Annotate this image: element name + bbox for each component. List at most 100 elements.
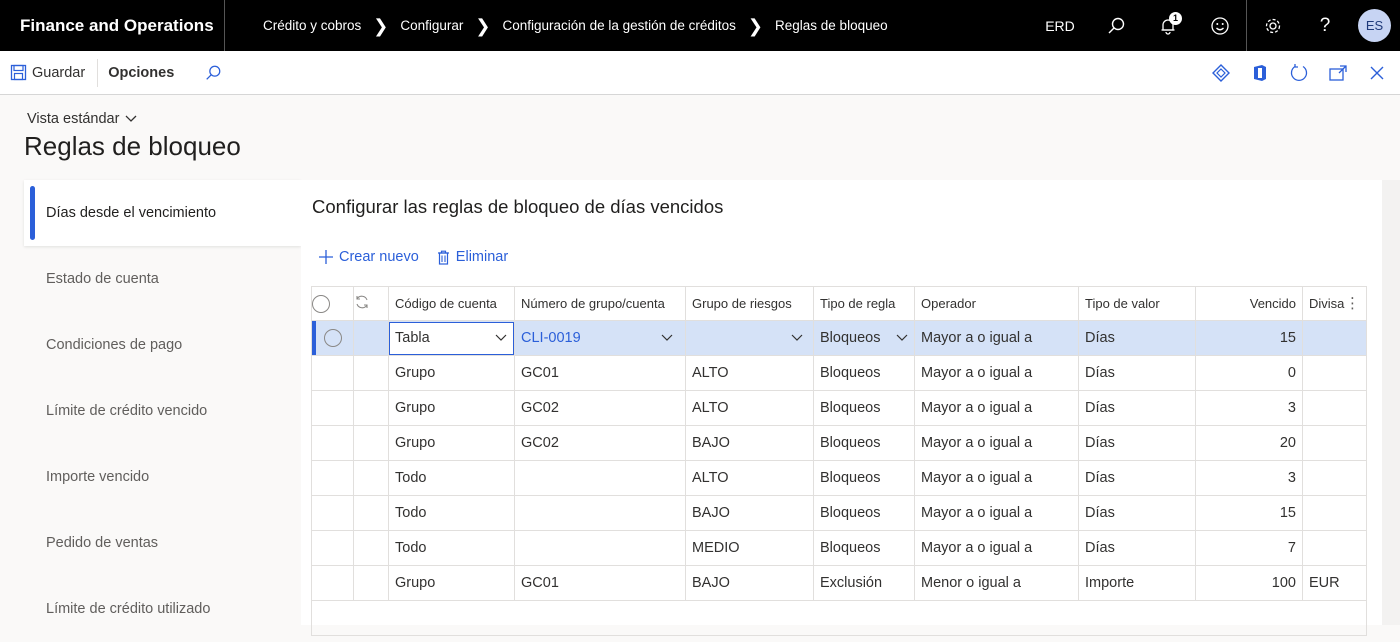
app-title[interactable]: Finance and Operations bbox=[0, 0, 225, 51]
column-header-tipo-regla[interactable]: Tipo de regla bbox=[813, 286, 915, 321]
table-row[interactable]: Todo MEDIO Bloqueos Mayor a o igual a Dí… bbox=[311, 530, 1367, 566]
cell-numero-grupo-cuenta[interactable]: CLI-0019 bbox=[514, 320, 686, 356]
cell-grupo-riesgos[interactable]: ALTO bbox=[685, 460, 814, 496]
cell-divisa[interactable] bbox=[1302, 355, 1367, 391]
cell-numero-grupo-cuenta[interactable]: GC02 bbox=[514, 425, 686, 461]
table-row[interactable]: Grupo GC02 BAJO Bloqueos Mayor a o igual… bbox=[311, 425, 1367, 461]
cell-tipo-valor[interactable]: Importe bbox=[1078, 565, 1196, 601]
cell-tipo-regla[interactable]: Bloqueos bbox=[813, 530, 915, 566]
cell-tipo-regla[interactable]: Bloqueos bbox=[813, 355, 915, 391]
grupo-riesgos-dropdown[interactable] bbox=[692, 334, 807, 342]
column-header-vencido[interactable]: Vencido bbox=[1195, 286, 1303, 321]
cell-codigo-cuenta[interactable]: Grupo bbox=[388, 390, 515, 426]
office-button[interactable] bbox=[1240, 51, 1279, 95]
cell-vencido[interactable]: 20 bbox=[1195, 425, 1303, 461]
cell-tipo-regla[interactable]: Bloqueos bbox=[813, 495, 915, 531]
cell-grupo-riesgos[interactable]: BAJO bbox=[685, 565, 814, 601]
chevron-down-icon[interactable] bbox=[791, 334, 803, 342]
cell-grupo-riesgos[interactable]: MEDIO bbox=[685, 530, 814, 566]
row-select[interactable] bbox=[311, 320, 354, 356]
cell-numero-grupo-cuenta[interactable] bbox=[514, 530, 686, 566]
tab-limite-credito-utilizado[interactable]: Límite de crédito utilizado bbox=[24, 576, 301, 642]
breadcrumb-item-configurar[interactable]: Configurar bbox=[400, 18, 463, 33]
row-select[interactable] bbox=[311, 565, 354, 601]
cell-divisa[interactable]: EUR bbox=[1302, 565, 1367, 601]
row-select[interactable] bbox=[311, 355, 354, 391]
cell-numero-grupo-cuenta[interactable] bbox=[514, 460, 686, 496]
column-header-operador[interactable]: Operador bbox=[914, 286, 1079, 321]
notifications-button[interactable]: 1 bbox=[1142, 0, 1194, 51]
cell-grupo-riesgos[interactable]: BAJO bbox=[685, 495, 814, 531]
cell-divisa[interactable] bbox=[1302, 425, 1367, 461]
cell-operador[interactable]: Mayor a o igual a bbox=[914, 425, 1079, 461]
cell-tipo-regla[interactable]: Bloqueos bbox=[813, 425, 915, 461]
cell-tipo-valor[interactable]: Días bbox=[1078, 355, 1196, 391]
select-all-radio[interactable] bbox=[312, 294, 330, 313]
column-header-grupo-riesgos[interactable]: Grupo de riesgos bbox=[685, 286, 814, 321]
row-select-radio[interactable] bbox=[323, 329, 342, 347]
table-row[interactable]: Grupo GC02 ALTO Bloqueos Mayor a o igual… bbox=[311, 390, 1367, 426]
codigo-cuenta-dropdown[interactable]: Tabla bbox=[389, 321, 514, 355]
more-options-icon[interactable]: ⋮ bbox=[1345, 296, 1360, 311]
chevron-down-icon[interactable] bbox=[495, 334, 507, 342]
cell-vencido[interactable]: 15 bbox=[1195, 495, 1303, 531]
cell-tipo-regla[interactable]: Bloqueos bbox=[813, 460, 915, 496]
cell-grupo-riesgos[interactable]: BAJO bbox=[685, 425, 814, 461]
create-new-button[interactable]: Crear nuevo bbox=[319, 249, 419, 265]
cell-codigo-cuenta[interactable]: Grupo bbox=[388, 355, 515, 391]
cell-numero-grupo-cuenta[interactable]: GC01 bbox=[514, 355, 686, 391]
cell-vencido[interactable]: 100 bbox=[1195, 565, 1303, 601]
tab-importe-vencido[interactable]: Importe vencido bbox=[24, 444, 301, 510]
cell-tipo-regla[interactable]: Bloqueos bbox=[813, 390, 915, 426]
cell-divisa[interactable] bbox=[1302, 530, 1367, 566]
tab-dias-desde-vencimiento[interactable]: Días desde el vencimiento bbox=[24, 180, 301, 246]
delete-button[interactable]: Eliminar bbox=[437, 249, 508, 265]
column-header-numero-grupo-cuenta[interactable]: Número de grupo/cuenta bbox=[514, 286, 686, 321]
feedback-button[interactable] bbox=[1194, 0, 1246, 51]
cell-vencido[interactable]: 3 bbox=[1195, 460, 1303, 496]
cell-operador[interactable]: Mayor a o igual a bbox=[914, 355, 1079, 391]
cell-tipo-regla[interactable]: Exclusión bbox=[813, 565, 915, 601]
select-all-header[interactable] bbox=[311, 286, 354, 321]
cell-tipo-valor[interactable]: Días bbox=[1078, 495, 1196, 531]
cell-tipo-valor[interactable]: Días bbox=[1078, 460, 1196, 496]
cell-codigo-cuenta[interactable]: Todo bbox=[388, 530, 515, 566]
row-select[interactable] bbox=[311, 425, 354, 461]
power-apps-button[interactable] bbox=[1201, 51, 1240, 95]
table-row[interactable]: Grupo GC01 ALTO Bloqueos Mayor a o igual… bbox=[311, 355, 1367, 391]
cell-tipo-valor[interactable]: Días bbox=[1078, 390, 1196, 426]
tab-estado-de-cuenta[interactable]: Estado de cuenta bbox=[24, 246, 301, 312]
row-select[interactable] bbox=[311, 390, 354, 426]
cell-operador[interactable]: Menor o igual a bbox=[914, 565, 1079, 601]
cell-operador[interactable]: Mayor a o igual a bbox=[914, 530, 1079, 566]
table-row[interactable]: Grupo GC01 BAJO Exclusión Menor o igual … bbox=[311, 565, 1367, 601]
cell-tipo-valor[interactable]: Días bbox=[1078, 425, 1196, 461]
cell-grupo-riesgos[interactable]: ALTO bbox=[685, 390, 814, 426]
cell-codigo-cuenta[interactable]: Todo bbox=[388, 460, 515, 496]
table-row[interactable]: Todo ALTO Bloqueos Mayor a o igual a Día… bbox=[311, 460, 1367, 496]
cell-operador[interactable]: Mayor a o igual a bbox=[914, 320, 1079, 356]
cell-operador[interactable]: Mayor a o igual a bbox=[914, 495, 1079, 531]
settings-button[interactable] bbox=[1247, 0, 1299, 51]
cell-numero-grupo-cuenta[interactable]: GC02 bbox=[514, 390, 686, 426]
row-select[interactable] bbox=[311, 495, 354, 531]
search-button[interactable] bbox=[1090, 0, 1142, 51]
chevron-down-icon[interactable] bbox=[661, 334, 673, 342]
open-new-window-button[interactable] bbox=[1318, 51, 1357, 95]
cell-operador[interactable]: Mayor a o igual a bbox=[914, 460, 1079, 496]
column-header-divisa[interactable]: Divisa ⋮ bbox=[1302, 286, 1367, 321]
company-selector[interactable]: ERD bbox=[1036, 18, 1084, 34]
table-row[interactable]: Todo BAJO Bloqueos Mayor a o igual a Día… bbox=[311, 495, 1367, 531]
cell-divisa[interactable] bbox=[1302, 390, 1367, 426]
cell-divisa[interactable] bbox=[1302, 320, 1367, 356]
column-header-codigo-cuenta[interactable]: Código de cuenta bbox=[388, 286, 515, 321]
refresh-button[interactable] bbox=[1279, 51, 1318, 95]
breadcrumb-item-credito-cobros[interactable]: Crédito y cobros bbox=[263, 18, 361, 33]
help-button[interactable]: ? bbox=[1299, 0, 1351, 51]
chevron-down-icon[interactable] bbox=[896, 334, 908, 342]
cell-vencido[interactable]: 3 bbox=[1195, 390, 1303, 426]
tab-pedido-de-ventas[interactable]: Pedido de ventas bbox=[24, 510, 301, 576]
tab-condiciones-de-pago[interactable]: Condiciones de pago bbox=[24, 312, 301, 378]
refresh-header[interactable] bbox=[353, 286, 389, 321]
options-tab[interactable]: Opciones bbox=[98, 51, 186, 95]
